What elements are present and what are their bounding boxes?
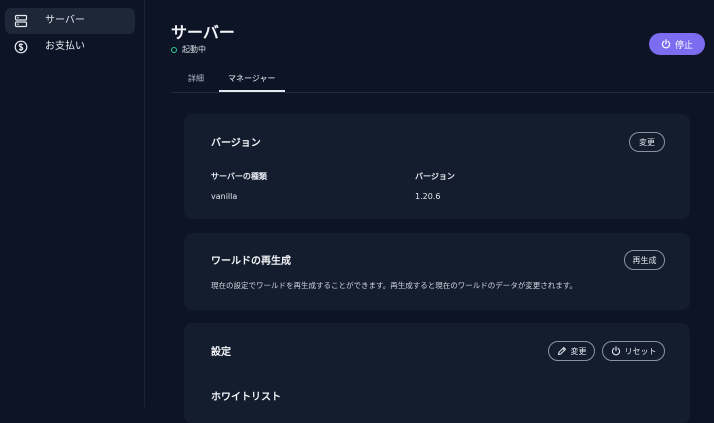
settings-change-button[interactable]: 変更 (548, 341, 595, 361)
sidebar-item-label: サーバー (45, 15, 85, 26)
whitelist-heading: ホワイトリスト (211, 392, 281, 403)
settings-change-label: 変更 (570, 346, 587, 356)
version-label: バージョン (415, 172, 455, 181)
settings-reset-label: リセット (624, 346, 657, 356)
tab-manager[interactable]: マネージャー (228, 73, 275, 84)
status-dot-icon (171, 46, 177, 53)
status-text: 起動中 (182, 45, 206, 54)
regenerate-button-label: 再生成 (632, 255, 657, 265)
active-tab-indicator (219, 90, 285, 92)
server-type-value: vanilla (211, 192, 238, 201)
settings-card: 設定 変更 リセット ホワイトリスト (184, 323, 690, 423)
version-change-button[interactable]: 変更 (629, 132, 665, 152)
settings-title: 設定 (211, 347, 231, 358)
sidebar: サーバー お支払い (0, 0, 145, 407)
version-value: 1.20.6 (415, 192, 441, 201)
server-status: 起動中 (171, 44, 206, 55)
world-regen-card: ワールドの再生成 再生成 現在の設定でワールドを再生成することができます。再生成… (184, 233, 690, 310)
reset-icon (611, 346, 620, 356)
pencil-icon (557, 346, 566, 356)
version-change-label: 変更 (639, 137, 655, 147)
page-title: サーバー (171, 23, 235, 42)
sidebar-item-label: お支払い (45, 41, 85, 52)
power-icon (661, 39, 671, 49)
sidebar-item-payment[interactable]: お支払い (5, 34, 135, 60)
sidebar-item-server[interactable]: サーバー (5, 8, 135, 34)
tab-details[interactable]: 詳細 (188, 73, 204, 84)
main-content: サーバー 起動中 停止 詳細 マネージャー バージョン 変更 サーバーの種類 v… (145, 0, 714, 423)
dollar-circle-icon (14, 40, 28, 54)
tab-bar: 詳細 マネージャー (171, 66, 714, 93)
server-type-label: サーバーの種類 (211, 172, 267, 181)
version-card: バージョン 変更 サーバーの種類 vanilla バージョン 1.20.6 (184, 114, 690, 219)
settings-reset-button[interactable]: リセット (602, 341, 665, 361)
stop-button-label: 停止 (674, 40, 693, 51)
world-regen-title: ワールドの再生成 (211, 256, 291, 267)
server-icon (14, 14, 28, 28)
stop-button[interactable]: 停止 (649, 33, 705, 55)
world-regen-description: 現在の設定でワールドを再生成することができます。再生成すると現在のワールドのデー… (211, 281, 577, 290)
regenerate-button[interactable]: 再生成 (624, 250, 665, 270)
version-card-title: バージョン (211, 138, 261, 149)
